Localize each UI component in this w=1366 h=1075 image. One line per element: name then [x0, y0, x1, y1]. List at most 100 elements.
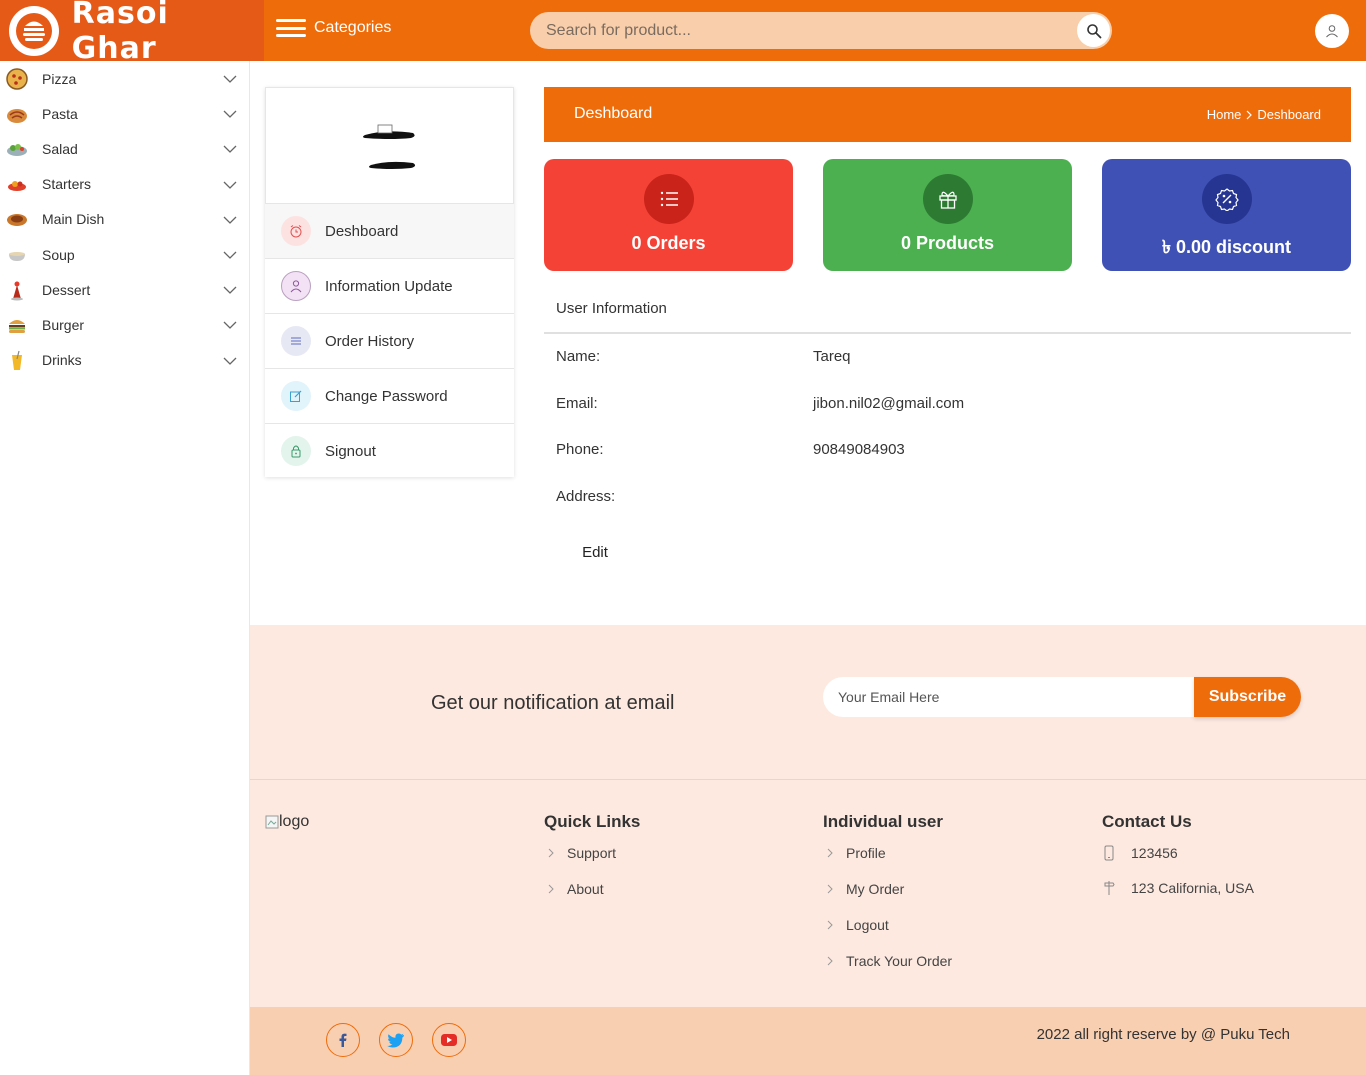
pizza-icon	[6, 67, 28, 90]
salad-icon	[6, 138, 28, 160]
alarm-clock-icon	[281, 216, 311, 246]
page-title: Deshboard	[574, 105, 653, 122]
gift-icon	[923, 174, 973, 224]
chevron-down-icon[interactable]	[223, 72, 237, 86]
edit-button[interactable]: Edit	[570, 544, 620, 566]
user-icon	[1326, 25, 1338, 38]
menu-item-dashboard[interactable]: Deshboard	[265, 203, 514, 258]
footer-link-about[interactable]: About	[544, 881, 640, 917]
subscribe-button[interactable]: Subscribe	[1194, 677, 1301, 717]
soup-icon	[6, 244, 28, 266]
email-label: Email:	[556, 395, 598, 412]
orders-stat-card[interactable]: 0 Orders	[544, 159, 793, 271]
footer-link-my-order[interactable]: My Order	[823, 881, 952, 917]
phone-icon	[1104, 845, 1114, 861]
chevron-down-icon[interactable]	[223, 107, 237, 121]
list-icon	[644, 174, 694, 224]
name-value: Tareq	[813, 348, 851, 365]
profile-image	[265, 87, 514, 203]
sidebar-item-dessert[interactable]: Dessert	[0, 272, 249, 307]
quick-links-column: Quick Links Support About	[544, 812, 640, 917]
search-bar	[530, 12, 1112, 49]
sidebar-item-pasta[interactable]: Pasta	[0, 96, 249, 131]
footer-link-track-order[interactable]: Track Your Order	[823, 953, 952, 989]
account-menu-card: Deshboard Information Update Order Histo…	[265, 87, 514, 477]
youtube-link[interactable]	[432, 1023, 466, 1057]
footer-link-label: About	[567, 881, 604, 897]
signpost-icon	[1104, 881, 1115, 895]
user-information-title: User Information	[556, 300, 667, 317]
broken-image-icon	[265, 815, 279, 829]
menu-item-label: Order History	[325, 332, 415, 350]
quick-links-title: Quick Links	[544, 812, 641, 831]
footer-link-label: Profile	[846, 845, 886, 861]
menu-item-order-history[interactable]: Order History	[265, 313, 514, 368]
sidebar-item-burger[interactable]: Burger	[0, 307, 249, 342]
edit-icon	[281, 381, 311, 411]
youtube-icon	[441, 1034, 457, 1046]
phone-value: 90849084903	[813, 441, 905, 458]
menu-item-signout[interactable]: Signout	[265, 423, 514, 478]
hamburger-icon	[276, 19, 306, 37]
sidebar-item-label: Pizza	[42, 70, 77, 87]
redacted-profile-mark	[362, 124, 415, 169]
facebook-icon	[339, 1033, 347, 1047]
footer-link-profile[interactable]: Profile	[823, 845, 952, 881]
discount-stat-card[interactable]: ৳ 0.00 discount	[1102, 159, 1351, 271]
sidebar-item-label: Salad	[42, 140, 78, 157]
menu-item-label: Information Update	[325, 277, 453, 295]
chevron-down-icon[interactable]	[223, 354, 237, 368]
sidebar-item-salad[interactable]: Salad	[0, 131, 249, 166]
newsletter-email-input[interactable]	[823, 677, 1195, 717]
breadcrumb-home-link[interactable]: Home	[1207, 107, 1242, 122]
search-button[interactable]	[1077, 14, 1110, 47]
footer-logo[interactable]: logo	[265, 813, 309, 831]
search-input[interactable]	[530, 12, 1070, 49]
chevron-down-icon[interactable]	[223, 318, 237, 332]
chevron-right-icon	[827, 920, 833, 930]
chevron-right-icon	[1246, 110, 1253, 119]
categories-button[interactable]: Categories	[276, 14, 391, 42]
menu-item-information-update[interactable]: Information Update	[265, 258, 514, 313]
divider	[544, 332, 1351, 334]
facebook-link[interactable]	[326, 1023, 360, 1057]
sidebar-item-drinks[interactable]: Drinks	[0, 343, 249, 378]
twitter-link[interactable]	[379, 1023, 413, 1057]
phone-label: Phone:	[556, 441, 604, 458]
products-stat-card[interactable]: 0 Products	[823, 159, 1072, 271]
breadcrumb: Home Deshboard	[1207, 107, 1321, 122]
sidebar-item-pizza[interactable]: Pizza	[0, 61, 249, 96]
twitter-icon	[387, 1033, 404, 1048]
menu-item-change-password[interactable]: Change Password	[265, 368, 514, 423]
chevron-down-icon[interactable]	[223, 248, 237, 262]
chevron-down-icon[interactable]	[223, 283, 237, 297]
chevron-down-icon[interactable]	[223, 142, 237, 156]
newsletter-title: Get our notification at email	[431, 692, 675, 714]
brand[interactable]: Rasoi Ghar	[0, 0, 264, 66]
contact-address: 123 California, USA	[1102, 880, 1254, 915]
search-icon	[1086, 23, 1101, 38]
chevron-right-icon	[548, 848, 554, 858]
sidebar-item-label: Starters	[42, 176, 92, 193]
sidebar-item-label: Burger	[42, 316, 85, 333]
sidebar-item-soup[interactable]: Soup	[0, 237, 249, 272]
footer-logo-alt: logo	[279, 813, 310, 830]
contact-column: Contact Us 123456 123 California, USA	[1102, 812, 1254, 915]
footer-link-label: Track Your Order	[846, 953, 953, 969]
name-label: Name:	[556, 348, 601, 365]
sidebar-item-label: Dessert	[42, 281, 91, 298]
email-value: jibon.nil02@gmail.com	[813, 395, 965, 412]
footer-link-support[interactable]: Support	[544, 845, 640, 881]
chevron-down-icon[interactable]	[223, 213, 237, 227]
copyright-text: 2022 all right reserve by @ Puku Tech	[1036, 1026, 1290, 1043]
sidebar-item-main-dish[interactable]: Main Dish	[0, 202, 249, 237]
sidebar-item-label: Main Dish	[42, 211, 105, 228]
bottom-bar: 2022 all right reserve by @ Puku Tech	[250, 1007, 1366, 1075]
list-icon	[281, 326, 311, 356]
chevron-down-icon[interactable]	[223, 178, 237, 192]
user-avatar-button[interactable]	[1315, 14, 1349, 48]
footer-link-logout[interactable]: Logout	[823, 917, 952, 953]
brand-name: Rasoi Ghar	[71, 0, 169, 66]
menu-item-label: Signout	[325, 442, 376, 460]
sidebar-item-starters[interactable]: Starters	[0, 167, 249, 202]
